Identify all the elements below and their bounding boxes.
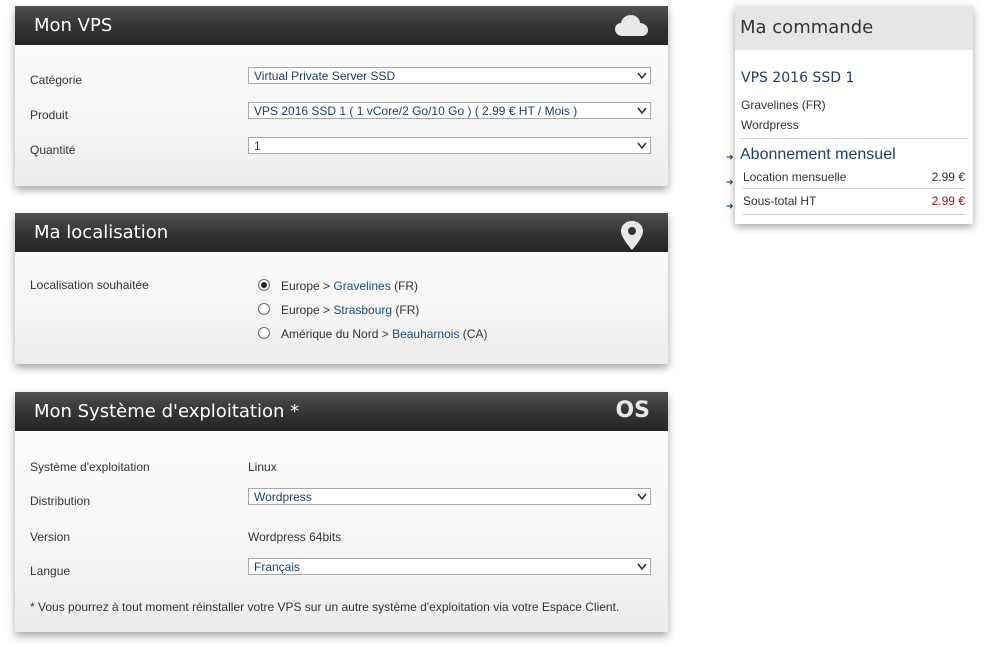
location-country: (CA) xyxy=(459,327,488,341)
quantity-row: Quantité 1 xyxy=(30,137,652,157)
arrow-right-icon: ➜ xyxy=(726,152,734,162)
chevron-down-icon xyxy=(637,493,647,501)
location-region: Amérique du Nord > xyxy=(281,327,393,341)
order-line-price: 2.99 € xyxy=(931,170,965,184)
quantity-label: Quantité xyxy=(30,143,76,157)
distribution-label: Distribution xyxy=(30,494,91,508)
location-country: (FR) xyxy=(392,303,420,317)
product-select-value: VPS 2016 SSD 1 ( 1 vCore/2 Go/10 Go ) ( … xyxy=(254,104,578,118)
order-line-item: Location mensuelle 2.99 € xyxy=(743,170,965,184)
location-panel-title: Ma localisation xyxy=(34,222,169,243)
os-icon: OS xyxy=(615,398,650,423)
language-row: Langue Français xyxy=(30,558,652,578)
order-distribution: Wordpress xyxy=(741,118,799,132)
product-select[interactable]: VPS 2016 SSD 1 ( 1 vCore/2 Go/10 Go ) ( … xyxy=(248,102,651,119)
chevron-down-icon xyxy=(637,107,647,115)
radio-strasbourg[interactable] xyxy=(258,303,270,315)
distribution-row: Distribution Wordpress xyxy=(30,488,652,508)
chevron-down-icon xyxy=(637,563,647,571)
location-city-link[interactable]: Strasbourg xyxy=(333,303,392,317)
location-option-label: Europe > Strasbourg (FR) xyxy=(281,303,419,317)
location-country: (FR) xyxy=(390,279,419,293)
category-select[interactable]: Virtual Private Server SSD xyxy=(248,67,651,84)
arrow-right-icon: ➜ xyxy=(726,177,734,187)
order-summary: Ma commande VPS 2016 SSD 1 Gravelines (F… xyxy=(735,6,973,224)
order-subtotal-label: Sous-total HT xyxy=(743,194,817,208)
location-city-link[interactable]: Gravelines xyxy=(333,279,390,293)
order-line-label: Location mensuelle xyxy=(743,170,847,184)
order-location: Gravelines (FR) xyxy=(741,98,826,112)
order-summary-title: Ma commande xyxy=(740,17,874,38)
location-region: Europe > xyxy=(281,279,334,293)
order-summary-header: Ma commande xyxy=(735,6,973,50)
order-section-title: Abonnement mensuel xyxy=(740,146,896,163)
location-panel: Ma localisation Localisation souhaitée E… xyxy=(15,213,668,364)
radio-beauharnois[interactable] xyxy=(258,327,270,339)
quantity-select[interactable]: 1 xyxy=(248,137,651,154)
order-product-name: VPS 2016 SSD 1 xyxy=(741,70,855,86)
divider xyxy=(743,188,965,189)
os-footnote: * Vous pourrez à tout moment réinstaller… xyxy=(30,600,620,614)
location-city-link[interactable]: Beauharnois xyxy=(392,327,459,341)
language-select[interactable]: Français xyxy=(248,558,651,575)
distribution-select[interactable]: Wordpress xyxy=(248,488,651,505)
version-row: Version Wordpress 64bits xyxy=(30,528,652,546)
chevron-down-icon xyxy=(637,142,647,150)
location-panel-header: Ma localisation xyxy=(15,213,668,252)
chevron-down-icon xyxy=(637,72,647,80)
os-label: Système d'exploitation xyxy=(30,460,150,474)
os-row: Système d'exploitation Linux xyxy=(30,458,652,476)
divider xyxy=(740,138,968,139)
category-select-value: Virtual Private Server SSD xyxy=(254,69,396,83)
quantity-select-value: 1 xyxy=(254,139,261,153)
vps-panel-header: Mon VPS xyxy=(15,6,668,45)
location-option-label: Europe > Gravelines (FR) xyxy=(281,279,418,293)
product-label: Produit xyxy=(30,108,69,122)
distribution-select-value: Wordpress xyxy=(254,490,312,504)
os-panel-header: Mon Système d'exploitation * OS xyxy=(15,392,668,431)
vps-panel-title: Mon VPS xyxy=(34,15,113,36)
map-pin-icon xyxy=(621,221,643,250)
category-label: Catégorie xyxy=(30,73,83,87)
location-region: Europe > xyxy=(281,303,334,317)
os-panel-title: Mon Système d'exploitation * xyxy=(34,401,300,422)
version-value: Wordpress 64bits xyxy=(248,530,342,544)
arrow-right-icon: ➜ xyxy=(726,201,734,211)
language-label: Langue xyxy=(30,564,71,578)
os-value: Linux xyxy=(248,460,277,474)
version-label: Version xyxy=(30,530,71,544)
location-option-label: Amérique du Nord > Beauharnois (CA) xyxy=(281,327,487,341)
language-select-value: Français xyxy=(254,560,301,574)
order-subtotal: Sous-total HT 2.99 € xyxy=(743,194,965,208)
vps-panel: Mon VPS Catégorie Virtual Private Server… xyxy=(15,6,668,186)
os-panel: Mon Système d'exploitation * OS Système … xyxy=(15,392,668,632)
order-subtotal-price: 2.99 € xyxy=(931,194,965,208)
category-row: Catégorie Virtual Private Server SSD xyxy=(30,67,652,87)
product-row: Produit VPS 2016 SSD 1 ( 1 vCore/2 Go/10… xyxy=(30,102,652,122)
radio-gravelines[interactable] xyxy=(258,279,270,291)
divider xyxy=(743,214,965,215)
location-label: Localisation souhaitée xyxy=(30,278,149,292)
cloud-icon xyxy=(615,15,648,36)
